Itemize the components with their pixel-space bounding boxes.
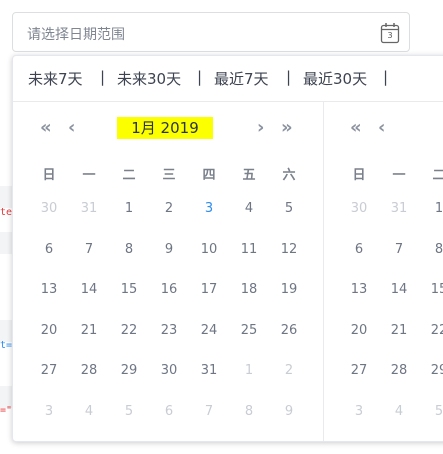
calendar-day[interactable]: 8	[229, 404, 269, 419]
shortcut-next-30-days[interactable]: 未来30天	[117, 68, 181, 89]
calendar-day[interactable]: 29	[109, 363, 149, 378]
calendar-day[interactable]: 23	[149, 323, 189, 338]
calendar-day[interactable]: 31	[69, 201, 109, 216]
calendar-day[interactable]: 27	[339, 363, 379, 378]
calendar-day[interactable]: 22	[419, 323, 443, 338]
calendar-day[interactable]: 16	[149, 282, 189, 297]
shortcut-last-7-days[interactable]: 最近7天	[214, 68, 269, 89]
calendar-day[interactable]: 29	[419, 363, 443, 378]
prev-month-button[interactable]: ‹	[68, 118, 75, 138]
calendar-icon[interactable]: 3	[380, 22, 400, 44]
shortcut-bar: 未来7天 | 未来30天 | 最近7天 | 最近30天 |	[13, 56, 443, 102]
calendar-day[interactable]: 9	[149, 242, 189, 257]
calendar-day[interactable]: 6	[29, 242, 69, 257]
calendar-day[interactable]: 24	[189, 323, 229, 338]
calendar-day[interactable]: 31	[189, 363, 229, 378]
calendar-day[interactable]: 22	[109, 323, 149, 338]
weekday-header: 二	[432, 168, 443, 183]
calendar-day[interactable]: 8	[419, 242, 443, 257]
calendar-day[interactable]: 1	[419, 201, 443, 216]
calendar-day[interactable]: 6	[339, 242, 379, 257]
calendar-day[interactable]: 4	[69, 404, 109, 419]
weekday-header: 二	[122, 168, 136, 183]
calendar-day[interactable]: 25	[229, 323, 269, 338]
calendar-day[interactable]: 20	[339, 323, 379, 338]
calendar-day[interactable]: 9	[269, 404, 309, 419]
calendar-day[interactable]: 13	[29, 282, 69, 297]
weekday-header: 三	[162, 168, 176, 183]
background-code-fragment: ="	[0, 405, 13, 416]
shortcut-separator: |	[286, 68, 292, 86]
calendar-day[interactable]: 30	[339, 201, 379, 216]
right-prev-month-button[interactable]: ‹	[378, 118, 385, 138]
date-range-placeholder: 请选择日期范围	[27, 27, 125, 43]
weekday-header: 一	[82, 168, 96, 183]
calendar-day[interactable]: 5	[269, 201, 309, 216]
calendar-day[interactable]: 27	[29, 363, 69, 378]
calendar-day[interactable]: 15	[419, 282, 443, 297]
weekday-header: 日	[352, 168, 366, 183]
date-range-picker-popup: 未来7天 | 未来30天 | 最近7天 | 最近30天 | « ‹ 1月 201…	[12, 55, 443, 442]
calendar-day[interactable]: 13	[339, 282, 379, 297]
calendar-day[interactable]: 1	[229, 363, 269, 378]
weekday-header: 五	[242, 168, 256, 183]
shortcut-last-30-days[interactable]: 最近30天	[303, 68, 367, 89]
weekday-header: 六	[282, 168, 296, 183]
calendar-day[interactable]: 3	[189, 201, 229, 216]
shortcut-separator: |	[100, 68, 106, 86]
calendar-day[interactable]: 6	[149, 404, 189, 419]
prev-year-button[interactable]: «	[40, 118, 52, 138]
weekday-header: 日	[42, 168, 56, 183]
calendar-day[interactable]: 5	[109, 404, 149, 419]
calendar-day[interactable]: 3	[29, 404, 69, 419]
next-month-button[interactable]: ›	[257, 118, 264, 138]
shortcut-separator: |	[197, 68, 203, 86]
background-code-fragment: t=	[0, 340, 13, 351]
calendar-day[interactable]: 11	[229, 242, 269, 257]
calendar-day[interactable]: 7	[69, 242, 109, 257]
weekday-header: 四	[202, 168, 216, 183]
calendar-day[interactable]: 4	[229, 201, 269, 216]
calendar-day[interactable]: 26	[269, 323, 309, 338]
calendar-day[interactable]: 8	[109, 242, 149, 257]
calendar-day[interactable]: 14	[379, 282, 419, 297]
calendar-day[interactable]: 28	[69, 363, 109, 378]
calendar-day[interactable]: 21	[379, 323, 419, 338]
calendar-day[interactable]: 17	[189, 282, 229, 297]
calendar-day[interactable]: 19	[269, 282, 309, 297]
calendar-day[interactable]: 15	[109, 282, 149, 297]
calendar-day[interactable]: 7	[379, 242, 419, 257]
panel-divider	[323, 102, 324, 441]
calendar-day[interactable]: 28	[379, 363, 419, 378]
shortcut-separator: |	[383, 68, 389, 86]
calendar-day[interactable]: 10	[189, 242, 229, 257]
calendar-day[interactable]: 31	[379, 201, 419, 216]
next-year-button[interactable]: »	[281, 118, 293, 138]
calendar-day[interactable]: 18	[229, 282, 269, 297]
background-code-fragment: te	[0, 207, 13, 218]
calendar-day[interactable]: 14	[69, 282, 109, 297]
calendar-day[interactable]: 4	[379, 404, 419, 419]
calendar-day[interactable]: 30	[149, 363, 189, 378]
calendar-day[interactable]: 2	[149, 201, 189, 216]
calendar-day[interactable]: 2	[269, 363, 309, 378]
calendar-icon-day: 3	[387, 31, 393, 40]
calendar-day[interactable]: 5	[419, 404, 443, 419]
right-prev-year-button[interactable]: «	[350, 118, 362, 138]
calendar-day[interactable]: 1	[109, 201, 149, 216]
calendar-day[interactable]: 3	[339, 404, 379, 419]
calendar-day[interactable]: 20	[29, 323, 69, 338]
shortcut-next-7-days[interactable]: 未来7天	[28, 68, 83, 89]
calendar-day[interactable]: 7	[189, 404, 229, 419]
calendar-day[interactable]: 21	[69, 323, 109, 338]
calendar-day[interactable]: 30	[29, 201, 69, 216]
calendar-day[interactable]: 12	[269, 242, 309, 257]
date-range-input[interactable]: 请选择日期范围 3	[12, 12, 410, 52]
month-title[interactable]: 1月 2019	[117, 117, 213, 139]
weekday-header: 一	[392, 168, 406, 183]
